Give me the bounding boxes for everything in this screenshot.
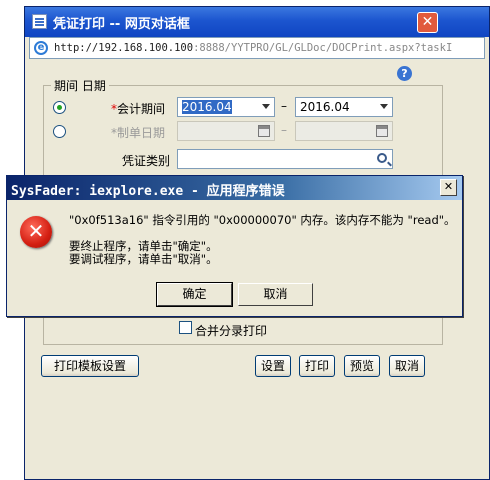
- calendar-icon[interactable]: [376, 125, 388, 137]
- settings-button[interactable]: 设置: [255, 355, 291, 377]
- period-date-group-label: 期间 日期: [51, 77, 109, 94]
- dialog-page-icon: [32, 14, 47, 29]
- error-dialog-close-button[interactable]: ✕: [440, 179, 457, 196]
- address-path: :8888/YYTPRO/GL/GLDoc/DOCPrint.aspx?task…: [193, 42, 453, 54]
- voucher-type-field[interactable]: [177, 149, 393, 169]
- cancel-button[interactable]: 取消: [389, 355, 425, 377]
- chevron-down-icon: [262, 104, 270, 109]
- period-from-value: 2016.04: [182, 100, 232, 114]
- address-text: http://192.168.100.100:8888/YYTPRO/GL/GL…: [54, 42, 452, 54]
- merge-print-checkbox[interactable]: [179, 321, 192, 334]
- search-icon[interactable]: [377, 153, 387, 163]
- date-radio[interactable]: [53, 125, 66, 138]
- application-error-dialog: SysFader: iexplore.exe - 应用程序错误 ✕ ✕ "0x0…: [6, 175, 463, 317]
- address-host: http://192.168.100.100: [54, 42, 194, 54]
- period-from-select[interactable]: 2016.04: [177, 97, 275, 117]
- error-message-line3: 要调试程序，请单击"取消"。: [69, 252, 218, 266]
- error-dialog-title: SysFader: iexplore.exe - 应用程序错误: [11, 184, 285, 199]
- period-label: *会计期间: [111, 102, 166, 116]
- error-cancel-button[interactable]: 取消: [238, 283, 313, 306]
- error-icon: ✕: [20, 216, 52, 248]
- period-to-select[interactable]: 2016.04: [295, 97, 393, 117]
- address-bar[interactable]: e http://192.168.100.100:8888/YYTPRO/GL/…: [29, 37, 485, 59]
- ie-icon: e: [34, 41, 48, 55]
- print-template-settings-button[interactable]: 打印模板设置: [41, 355, 139, 377]
- voucher-type-label: 凭证类别: [122, 154, 171, 168]
- period-dash: –: [281, 99, 287, 113]
- date-dash: –: [281, 123, 287, 137]
- error-message-line1: "0x0f513a16" 指令引用的 "0x00000070" 内存。该内存不能…: [69, 213, 456, 227]
- date-label: *制单日期: [111, 126, 166, 140]
- merge-print-label: 合并分录打印: [195, 324, 268, 338]
- calendar-icon[interactable]: [258, 125, 270, 137]
- help-icon[interactable]: ?: [397, 66, 412, 81]
- error-dialog-titlebar[interactable]: SysFader: iexplore.exe - 应用程序错误 ✕: [7, 176, 462, 200]
- error-ok-button[interactable]: 确定: [156, 282, 233, 307]
- preview-button[interactable]: 预览: [344, 355, 380, 377]
- chevron-down-icon: [380, 104, 388, 109]
- period-to-value: 2016.04: [300, 100, 350, 114]
- period-radio[interactable]: [53, 101, 66, 114]
- web-dialog-title: 凭证打印 -- 网页对话框: [53, 17, 190, 32]
- web-dialog-titlebar[interactable]: 凭证打印 -- 网页对话框 ✕: [25, 7, 489, 37]
- date-to-field[interactable]: [295, 121, 393, 141]
- web-dialog-close-button[interactable]: ✕: [417, 12, 438, 33]
- date-from-field[interactable]: [177, 121, 275, 141]
- print-button[interactable]: 打印: [299, 355, 335, 377]
